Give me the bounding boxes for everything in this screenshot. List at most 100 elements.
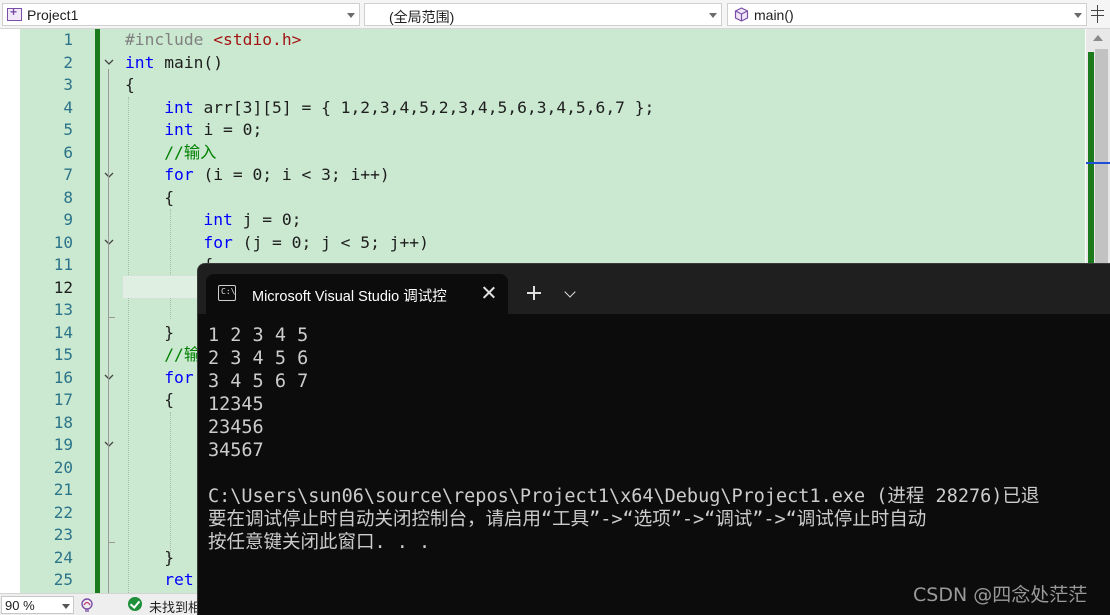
code-line[interactable]: ret	[125, 569, 193, 592]
function-dropdown[interactable]: main()	[727, 3, 1087, 26]
scrollbar-caret-marker	[1086, 162, 1110, 164]
chevron-down-icon	[709, 13, 717, 18]
change-tracking-bar	[95, 29, 100, 593]
line-number: 15	[53, 345, 73, 364]
code-token: }	[125, 322, 175, 342]
line-number: 3	[63, 75, 73, 94]
line-number: 25	[53, 570, 73, 589]
code-line[interactable]: int arr[3][5] = { 1,2,3,4,5,2,3,4,5,6,3,…	[125, 97, 654, 120]
console-output-line: 12345	[208, 394, 264, 415]
line-number: 22	[53, 502, 73, 522]
function-cube-icon	[734, 7, 749, 25]
console-output-line: 按任意键关闭此窗口. . .	[208, 532, 431, 553]
fold-guide-line	[108, 69, 109, 593]
line-number: 10	[53, 232, 73, 252]
line-number: 23	[53, 525, 73, 544]
split-window-button[interactable]	[1090, 5, 1106, 23]
code-token: int	[125, 52, 155, 72]
console-output-line: 23456	[208, 417, 264, 438]
code-line[interactable]: int i = 0;	[125, 119, 262, 142]
code-line[interactable]: //输入	[125, 142, 216, 165]
line-number: 21	[53, 480, 73, 499]
code-token: <stdio.h>	[213, 30, 302, 49]
console-output-line: 要在调试停止时自动关闭控制台，请启用“工具”->“选项”->“调试”->“调试停…	[208, 509, 927, 530]
fold-toggle-icon[interactable]	[104, 439, 114, 449]
code-line[interactable]: {	[125, 187, 174, 210]
terminal-icon: C:\	[218, 285, 236, 301]
intellicode-icon[interactable]	[79, 597, 95, 615]
code-token: {	[125, 390, 175, 409]
code-line[interactable]: int main()	[125, 52, 223, 75]
scope-dropdown[interactable]: (全局范围)	[364, 3, 722, 26]
line-number: 11	[53, 255, 73, 274]
project-dropdown[interactable]: Project1	[2, 3, 360, 26]
console-tab[interactable]: C:\ Microsoft Visual Studio 调试控	[206, 274, 508, 314]
code-token: (j = 0; j < 5; j++)	[232, 232, 429, 252]
console-output-line: 3 4 5 6 7	[208, 371, 309, 392]
function-label: main()	[754, 7, 794, 23]
code-line[interactable]: {	[125, 389, 174, 412]
line-number: 16	[53, 367, 73, 387]
line-number: 5	[63, 120, 73, 139]
scope-label: (全局范围)	[389, 9, 455, 25]
code-token: for	[203, 232, 233, 252]
fold-toggle-icon[interactable]	[104, 372, 114, 382]
code-token: int	[203, 210, 233, 229]
project-icon	[7, 5, 22, 21]
code-line[interactable]: int j = 0;	[125, 209, 301, 232]
fold-toggle-icon[interactable]	[104, 57, 114, 67]
new-tab-plus-icon[interactable]	[525, 284, 543, 302]
debug-console-window[interactable]: C:\ Microsoft Visual Studio 调试控 1 2 3 4 …	[197, 263, 1110, 615]
code-token: (i = 0; i < 3; i++)	[193, 165, 390, 184]
line-number: 20	[53, 457, 73, 477]
line-number: 18	[53, 412, 73, 432]
code-token: int	[164, 97, 194, 117]
fold-end-marker	[108, 542, 115, 543]
code-line[interactable]: #include <stdio.h>	[125, 29, 301, 52]
code-line[interactable]: for (i = 0; i < 3; i++)	[125, 164, 390, 187]
code-token: main()	[154, 52, 224, 72]
scroll-up-icon[interactable]	[1093, 35, 1103, 41]
code-line[interactable]: for	[125, 367, 194, 390]
console-output-line: 34567	[208, 440, 264, 461]
code-token: {	[125, 187, 175, 207]
code-token: int	[164, 120, 194, 139]
watermark-text: CSDN @四念处茫茫	[913, 584, 1088, 606]
code-token: for	[164, 367, 194, 387]
check-circle-icon[interactable]	[128, 597, 142, 611]
code-token: //输	[164, 345, 201, 364]
chevron-down-icon[interactable]	[565, 288, 577, 296]
fold-end-marker	[108, 317, 115, 318]
chevron-down-icon	[1074, 13, 1082, 18]
code-line[interactable]: }	[125, 322, 174, 345]
close-icon[interactable]	[480, 284, 498, 302]
navigation-bar: Project1 (全局范围) main()	[0, 0, 1110, 29]
line-number: 1	[63, 30, 73, 49]
code-token: {	[125, 75, 135, 94]
zoom-dropdown[interactable]: 90 %	[1, 596, 74, 614]
zoom-level: 90 %	[5, 598, 35, 613]
fold-toggle-icon[interactable]	[104, 237, 114, 247]
code-token: j = 0;	[232, 210, 302, 229]
code-token: #include	[125, 30, 214, 49]
code-line[interactable]: for (j = 0; j < 5; j++)	[125, 232, 429, 255]
code-token: //输入	[164, 142, 217, 162]
code-line[interactable]: //输	[125, 344, 200, 367]
fold-toggle-icon[interactable]	[104, 170, 114, 180]
issues-status-text[interactable]: 未找到相	[149, 597, 201, 615]
indent-guide	[170, 412, 171, 562]
code-line[interactable]: }	[125, 547, 174, 570]
line-number: 17	[53, 390, 73, 409]
code-token: i = 0;	[193, 120, 263, 139]
code-token: arr[3][5] = { 1,2,3,4,5,2,3,4,5,6,3,4,5,…	[193, 97, 655, 117]
code-line[interactable]: {	[125, 74, 135, 97]
console-title-bar: C:\ Microsoft Visual Studio 调试控	[198, 264, 1110, 314]
console-output-line: 1 2 3 4 5	[208, 325, 309, 346]
